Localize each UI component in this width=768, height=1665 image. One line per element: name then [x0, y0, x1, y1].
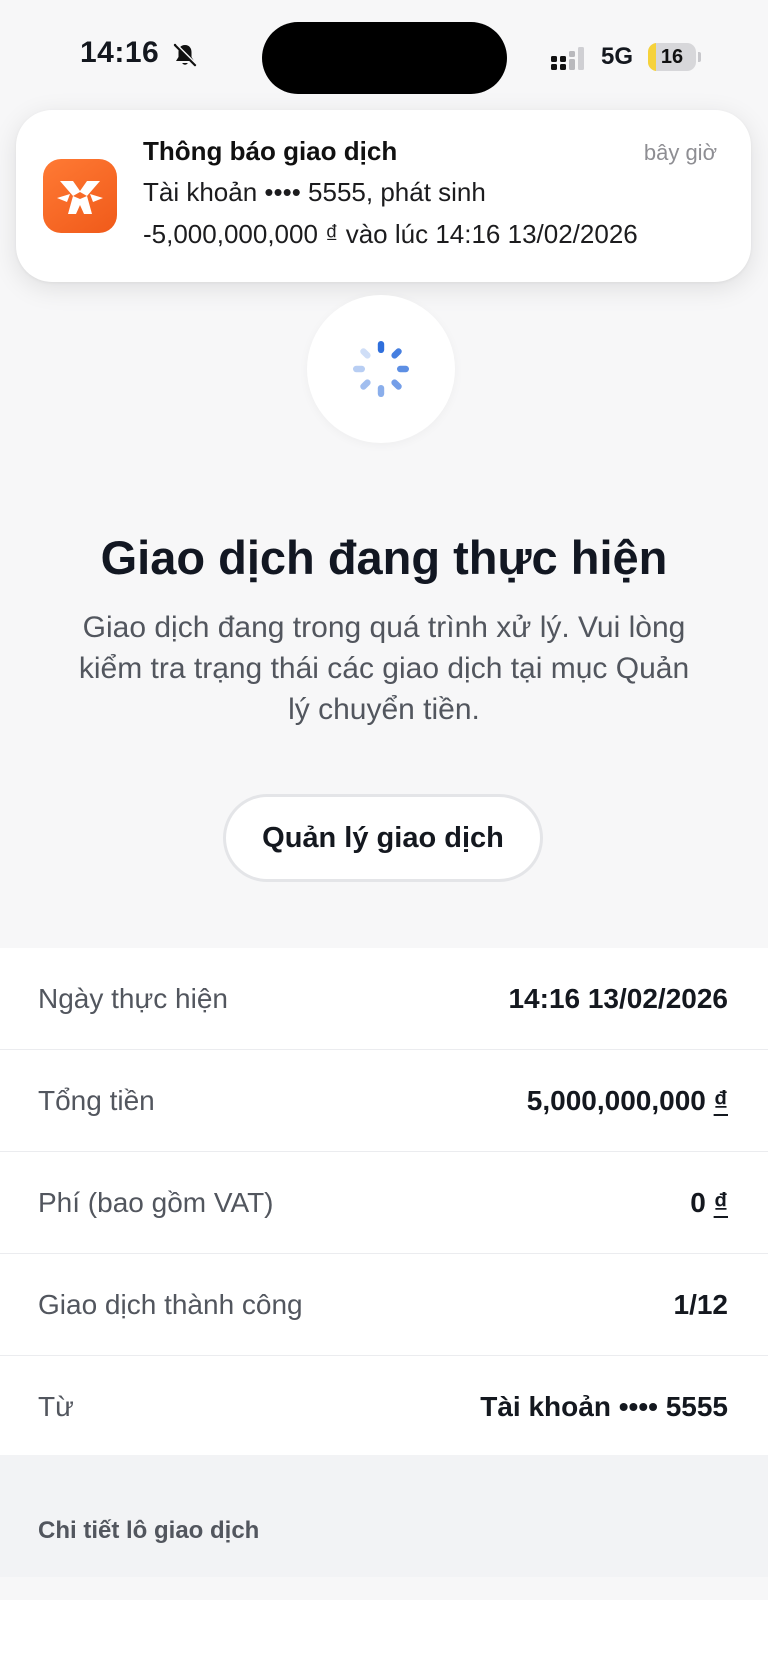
status-description: Giao dịch đang trong quá trình xử lý. Vu… [78, 611, 690, 726]
detail-row-total: Tổng tiền 5,000,000,000 ₫ [0, 1050, 768, 1152]
spinner-dot [360, 348, 371, 359]
spinner-icon [353, 341, 409, 397]
spinner-dot [397, 365, 409, 373]
status-time: 14:16 [80, 36, 160, 69]
notification-body-line: Tài khoản •••• 5555, phát sinh [143, 177, 486, 207]
spinner-dot [391, 379, 402, 390]
page-title: Giao dịch đang thực hiện [100, 531, 668, 584]
detail-label: Từ [38, 1391, 74, 1422]
detail-value: 1/12 [673, 1289, 729, 1320]
loading-spinner [307, 295, 455, 443]
detail-label: Giao dịch thành công [38, 1289, 303, 1320]
transaction-details: Ngày thực hiện 14:16 13/02/2026 Tổng tiề… [0, 948, 768, 1457]
batch-details-title: Chi tiết lô giao dịch [38, 1517, 260, 1544]
spinner-dot [377, 341, 385, 353]
notification-title: Thông báo giao dịch [143, 136, 398, 166]
detail-value: 0 ₫ [690, 1187, 728, 1218]
status-bar: 14:16 5G 16 [0, 0, 768, 110]
detail-row-from: Từ Tài khoản •••• 5555 [0, 1356, 768, 1457]
detail-value: 5,000,000,000 ₫ [526, 1085, 728, 1116]
detail-row-success-count: Giao dịch thành công 1/12 [0, 1254, 768, 1356]
notification-banner[interactable]: Thông báo giao dịch bây giờ Tài khoản ••… [16, 110, 751, 282]
currency-symbol: ₫ [713, 1085, 728, 1116]
dynamic-island [262, 22, 507, 94]
spinner-dot [360, 379, 371, 390]
notification-time: bây giờ [643, 140, 717, 165]
spinner-dot [353, 365, 365, 373]
manage-transactions-button[interactable]: Quản lý giao dịch [223, 794, 543, 882]
detail-row-fee: Phí (bao gồm VAT) 0 ₫ [0, 1152, 768, 1254]
detail-label: Phí (bao gồm VAT) [38, 1187, 274, 1218]
network-type: 5G [601, 43, 634, 70]
bell-slash-icon [173, 43, 198, 67]
currency-symbol: ₫ [713, 1187, 728, 1218]
notification-body-line: -5,000,000,000 ₫ vào lúc 14:16 13/02/202… [143, 219, 638, 249]
detail-value: 14:16 13/02/2026 [508, 983, 728, 1014]
detail-label: Ngày thực hiện [38, 983, 228, 1014]
batch-list-area [0, 1600, 768, 1665]
batch-details-section: Chi tiết lô giao dịch [0, 1455, 768, 1577]
spinner-dot [377, 385, 385, 397]
spinner-dot [391, 348, 402, 359]
detail-row-date: Ngày thực hiện 14:16 13/02/2026 [0, 948, 768, 1050]
signal-icon [551, 47, 584, 70]
app-logo-icon [43, 159, 117, 233]
battery-icon: 16 [648, 43, 701, 71]
detail-label: Tổng tiền [38, 1085, 155, 1116]
detail-value: Tài khoản •••• 5555 [480, 1391, 728, 1422]
battery-level: 16 [660, 46, 684, 68]
